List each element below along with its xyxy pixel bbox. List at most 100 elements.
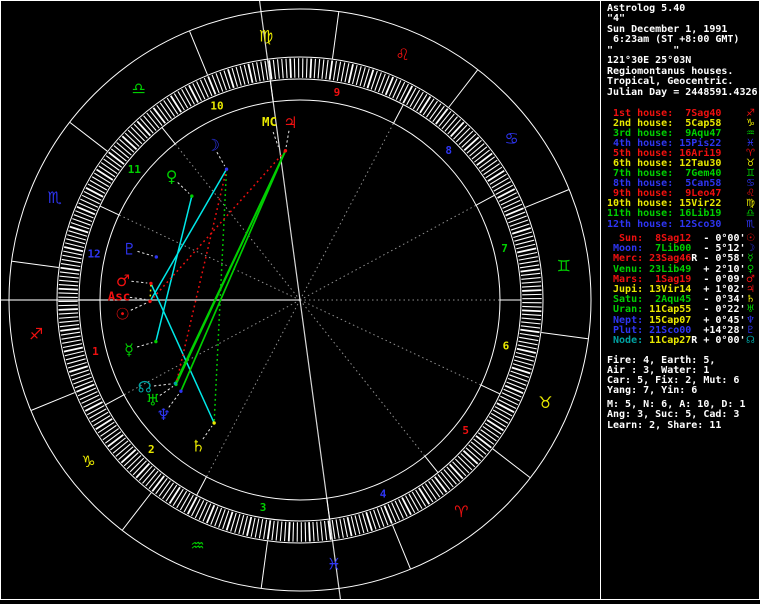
node-position-dot <box>174 382 177 385</box>
planet-pointer-line <box>160 386 173 395</box>
midheaven-label: MC <box>262 114 277 129</box>
wheel-canvas: ♈♉♊♋♌♍♎♏♐♑♒♓123456789101112☉☽☿♀♂♃♄♅♆♇☊As… <box>0 0 600 600</box>
house-number: 11 <box>128 163 142 176</box>
sign-boundary-line <box>261 541 267 588</box>
jupi-planet-icon: ♃ <box>283 113 297 132</box>
cusp-band-segment <box>327 498 330 519</box>
planet-pointer-line <box>138 251 153 256</box>
sun-position-dot <box>148 300 151 303</box>
cusp-band-segment <box>481 385 500 394</box>
sextile-aspect-line <box>151 283 214 423</box>
planet-pointer-line <box>154 384 171 386</box>
house-number: 6 <box>503 339 510 352</box>
sign-boundary-line <box>541 332 588 338</box>
house-cusp-line <box>119 215 300 300</box>
♏-sign-icon: ♏ <box>744 219 757 230</box>
cancer-sign-icon: ♋ <box>504 129 518 148</box>
mars-planet-icon: ♂ <box>116 271 130 290</box>
mars-position-dot <box>149 282 152 285</box>
house-number: 12 <box>87 248 100 261</box>
house-cusp-list: 1st house: 7Sag40♐ 2nd house: 5Cap58♑ 3r… <box>607 109 758 230</box>
venu-planet-icon: ♀ <box>166 167 178 186</box>
satu-planet-icon: ♄ <box>191 436 205 455</box>
house-number: 5 <box>462 424 469 437</box>
natal-chart-wheel: ♈♉♊♋♌♍♎♏♐♑♒♓123456789101112☉☽☿♀♂♃♄♅♆♇☊As… <box>0 0 600 600</box>
node-planet-icon: ☊ <box>744 335 757 346</box>
gemini-sign-icon: ♊ <box>557 257 571 276</box>
ascendant-label: Asc <box>108 288 131 303</box>
sign-boundary-line <box>332 12 338 59</box>
planet-pointer-line <box>178 183 190 194</box>
sign-boundary-line <box>449 70 478 107</box>
cusp-band-segment <box>476 195 494 205</box>
satu-position-dot <box>212 421 215 424</box>
square-aspect-line <box>176 169 227 384</box>
scorpio-sign-icon: ♏ <box>47 188 61 207</box>
house-row: 12th house: 12Sco30♏ <box>607 220 758 230</box>
trine-aspect-line <box>175 151 285 384</box>
cusp-band-segment <box>105 395 123 405</box>
jupi-position-dot <box>284 149 287 152</box>
sign-boundary-line <box>525 190 568 208</box>
sign-boundary-line <box>493 449 530 478</box>
house-number: 7 <box>501 242 508 255</box>
aries-sign-icon: ♈ <box>454 502 468 521</box>
planet-row: Node: 11Cap27R + 0°00'☊ <box>607 336 758 346</box>
house-cusp-line <box>300 205 476 300</box>
sign-boundary-line <box>31 393 74 411</box>
sun-planet-icon: ☉ <box>115 305 129 324</box>
sign-boundary-line <box>70 122 107 151</box>
sextile-aspect-line <box>156 196 192 342</box>
merc-position-dot <box>154 340 157 343</box>
house-number: 2 <box>148 443 155 456</box>
app-title: Astrolog 5.40 <box>607 4 758 14</box>
sagittarius-sign-icon: ♐ <box>29 324 43 343</box>
cusp-band-segment <box>394 105 404 124</box>
panel-divider <box>600 0 601 600</box>
cusp-band-segment <box>162 127 175 143</box>
planet-pointer-line <box>131 303 147 310</box>
sign-boundary-line <box>190 31 208 74</box>
summary-line: Yang: 7, Yin: 6 <box>607 386 758 396</box>
pisces-sign-icon: ♓ <box>327 554 341 573</box>
leo-sign-icon: ♌ <box>395 45 409 64</box>
cusp-band-segment <box>270 81 273 102</box>
venu-position-dot <box>190 194 193 197</box>
taurus-sign-icon: ♉ <box>538 393 552 412</box>
house-number: 1 <box>92 345 99 358</box>
virgo-sign-icon: ♍ <box>259 27 273 46</box>
house-cusp-line <box>300 123 394 300</box>
house-number: 10 <box>210 100 223 113</box>
planet-pointer-line <box>131 281 147 283</box>
info-sidebar: Astrolog 5.40 "4" Sun December 1, 1991 6… <box>602 1 759 599</box>
axis-pointer-line <box>130 297 145 299</box>
planet-position-list: Sun: 8Sag12 - 0°00'☉ Moon: 7Lib00 - 5°12… <box>607 234 758 346</box>
aquarius-sign-icon: ♒ <box>190 536 204 555</box>
house-cusp-line <box>206 300 300 477</box>
house-cusp-line <box>300 300 425 456</box>
house-number: 8 <box>445 144 452 157</box>
plut-position-dot <box>155 255 158 258</box>
sextile-aspect-line <box>150 169 227 301</box>
sign-boundary-line <box>122 493 151 530</box>
merc-planet-icon: ☿ <box>124 340 134 359</box>
julian-day-label: Julian Day = 2448591.4326 <box>607 88 758 98</box>
capricorn-sign-icon: ♑ <box>81 452 95 471</box>
plut-planet-icon: ♇ <box>122 239 136 258</box>
node-planet-icon: ☊ <box>138 378 152 397</box>
summary-line: Learn: 2, Share: 11 <box>607 421 758 431</box>
nept-position-dot <box>179 390 182 393</box>
sign-boundary-line <box>393 525 411 568</box>
cusp-band-segment <box>425 456 438 472</box>
chart-header: Astrolog 5.40 "4" Sun December 1, 1991 6… <box>607 4 758 98</box>
moon-planet-icon: ☽ <box>206 135 220 154</box>
cusp-band-segment <box>100 206 119 215</box>
house-number: 3 <box>260 501 267 514</box>
planet-pointer-line <box>137 343 152 347</box>
nept-planet-icon: ♆ <box>156 405 170 424</box>
house-cusp-line <box>175 144 300 300</box>
moon-position-dot <box>225 168 228 171</box>
house-number: 9 <box>334 86 341 99</box>
house-number: 4 <box>380 487 387 500</box>
libra-sign-icon: ♎ <box>132 79 146 98</box>
